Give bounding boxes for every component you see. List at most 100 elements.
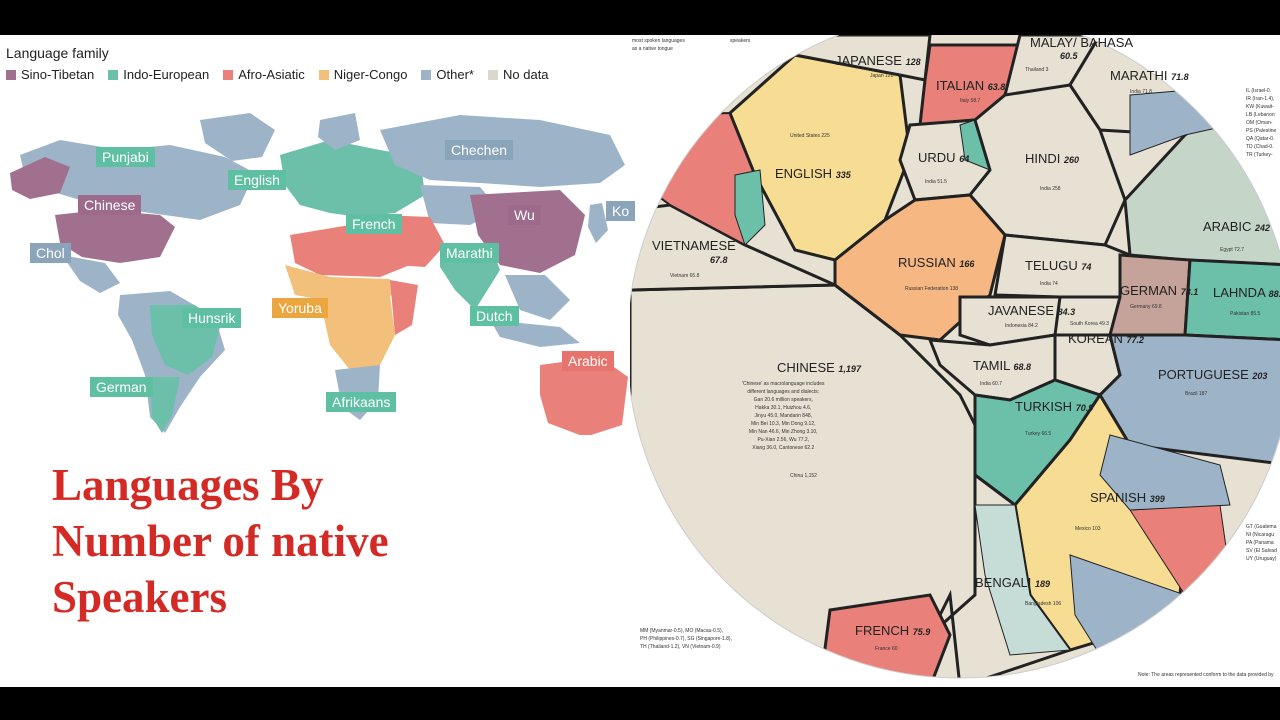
sub-bengali: Bangladesh 106	[1025, 601, 1061, 607]
map-label-wu: Wu	[508, 205, 541, 225]
map-label-marathi: Marathi	[440, 243, 499, 263]
bottom-code: TH (Thailand-1.2), VN (Vietnam-0.9)	[640, 644, 721, 650]
sub-turkish: Turkey 66.5	[1025, 431, 1051, 437]
label-malay: MALAY/ BAHASA	[1030, 35, 1133, 50]
sub-korean: South Korea 49.3	[1070, 321, 1109, 327]
screenshot-content: Language family Sino-Tibetan Indo-Europe…	[0, 35, 1280, 687]
sub-vietnamese: Vietnam 65.8	[670, 273, 700, 279]
chinese-note-line: Min Nan 46.6, Min Zhong 3.10,	[748, 429, 818, 435]
right-code: TR (Turkey-	[1246, 152, 1273, 158]
legend: Sino-Tibetan Indo-European Afro-Asiatic …	[6, 67, 549, 82]
right-code: PS (Palestine	[1246, 128, 1277, 134]
legend-swatch	[6, 69, 16, 80]
sub-chinese: China 1,152	[790, 473, 817, 479]
legend-label: Niger-Congo	[333, 67, 408, 82]
legend-item-afro-asiatic: Afro-Asiatic	[223, 67, 305, 82]
legend-swatch	[488, 69, 498, 80]
sub-english: United States 225	[790, 133, 830, 139]
map-label-chinese: Chinese	[78, 195, 142, 215]
sub-javanese: Indonesia 84.2	[1005, 323, 1038, 329]
voronoi-svg: JAPANESE 128 Japan 128 ITALIAN 63.8 Ital…	[630, 35, 1280, 679]
label-vietnamese: VIETNAMESE	[652, 238, 736, 253]
sub-malay: Thailand 3	[1025, 67, 1049, 73]
map-label-punjabi: Punjabi	[96, 147, 155, 167]
sub-hindi: India 258	[1040, 186, 1061, 192]
bottom-code: PH (Philippines-0.7), SG (Singapore-1.8)…	[640, 636, 732, 642]
map-label-arabic: Arabic	[562, 351, 614, 371]
cell-french	[818, 593, 952, 678]
right-code: OM (Oman-	[1246, 120, 1273, 126]
sub-marathi: India 71.8	[1130, 89, 1152, 95]
right-code: TD (Chad-0.	[1246, 144, 1274, 150]
right-code: KW (Kuwait-	[1246, 104, 1274, 110]
legend-swatch	[318, 69, 329, 80]
legend-label: Other*	[436, 67, 474, 82]
legend-label: No data	[503, 67, 549, 82]
bottom-code: MM (Myanmar-0.5), MO (Macau-0.5),	[640, 628, 724, 634]
bottom-codes: MM (Myanmar-0.5), MO (Macau-0.5), PH (Ph…	[640, 627, 732, 651]
label-portuguese: PORTUGUESE 203	[1158, 367, 1267, 382]
legend-item-indo-european: Indo-European	[108, 67, 209, 82]
right-code: IL (Israel-0.	[1246, 88, 1272, 94]
top-tag: speakers	[730, 38, 751, 44]
chinese-note: 'Chinese' as macrolanguage includes diff…	[742, 380, 825, 452]
legend-label: Indo-European	[123, 67, 210, 82]
map-label-afrikaans: Afrikaans	[326, 392, 397, 412]
headline-line-1: Languages By	[52, 460, 324, 510]
chinese-note-line: Min Bei 10.3, Min Dong 9.12,	[751, 421, 816, 427]
map-label-dutch: Dutch	[470, 306, 519, 326]
cell-lahnda	[1183, 258, 1280, 342]
chinese-note-line: different languages and dialects:	[747, 389, 820, 395]
sub-japanese: Japan 128	[870, 73, 894, 79]
sub-portuguese: Brazil 187	[1185, 391, 1207, 397]
map-label-french: French	[346, 214, 402, 234]
legend-label: Afro-Asiatic	[238, 67, 305, 82]
language-circle-chart: JAPANESE 128 Japan 128 ITALIAN 63.8 Ital…	[630, 35, 1280, 687]
right-code: PA (Panama	[1246, 540, 1274, 546]
chinese-note-line: Hakka 30.1, Huizhou 4.6,	[755, 405, 812, 411]
sub-russian: Russian Federation 138	[905, 286, 958, 292]
right-code: NI (Nicaragu	[1246, 532, 1275, 538]
chinese-note-line: 'Chinese' as macrolanguage includes	[742, 381, 825, 387]
label-marathi: MARATHI 71.8	[1110, 68, 1189, 83]
right-code: UY (Uruguay)	[1246, 556, 1277, 562]
right-code: LB (Lebanon	[1246, 112, 1275, 118]
top-note-line: as a native tongue	[632, 46, 673, 52]
map-label-german: German	[90, 377, 153, 397]
headline-line-3: Speakers	[52, 572, 228, 622]
sub-french: France 60	[875, 646, 898, 652]
sub-lahnda: Pakistan 85.5	[1230, 311, 1261, 317]
legend-item-other: Other*	[421, 67, 474, 82]
legend-swatch	[421, 69, 432, 80]
chinese-note-line: Jinyu 45.0, Mandarin 848,	[754, 413, 813, 419]
legend-label: Sino-Tibetan	[21, 67, 95, 82]
sub-german: Germany 69.8	[1130, 304, 1162, 310]
map-label-chechen: Chechen	[445, 140, 514, 160]
sub-telugu: India 74	[1040, 281, 1058, 287]
right-codes: IL (Israel-0. IR (Iran-1.4), KW (Kuwait-…	[1246, 87, 1276, 159]
chinese-note-line: Gan 20.6 million speakers,	[753, 397, 813, 403]
legend-swatch	[223, 69, 234, 80]
right-code: GT (Guatema	[1246, 524, 1277, 530]
chinese-note-line: Xiang 36.0, Cantonese 62.2	[752, 445, 815, 451]
footer-note: Note: The areas represented conform to t…	[1138, 672, 1274, 678]
legend-item-sino-tibetan: Sino-Tibetan	[6, 67, 94, 82]
right-code: IR (Iran-1.4),	[1246, 96, 1275, 102]
right-code: QA (Qatar-0.	[1246, 136, 1275, 142]
right-codes-bottom: GT (Guatema NI (Nicaragu PA (Panama SV (…	[1246, 523, 1277, 563]
sub-spanish: Mexico 103	[1075, 526, 1101, 532]
right-code: SV (El Salvad	[1246, 548, 1277, 554]
sub-tamil: India 60.7	[980, 381, 1002, 387]
map-label-english: English	[228, 170, 286, 190]
legend-swatch	[108, 69, 119, 80]
legend-title: Language family	[6, 45, 109, 61]
map-label-hunsrik: Hunsrik	[182, 308, 242, 328]
value-vietnamese: 67.8	[710, 255, 728, 265]
map-label-chol: Chol	[30, 243, 71, 263]
top-note-line: most spoken languages	[632, 38, 685, 44]
top-note: most spoken languages as a native tongue	[632, 37, 685, 53]
map-region-usa	[55, 210, 175, 263]
sub-italian: Italy 58.7	[960, 98, 981, 104]
sub-arabic: Egypt 72.7	[1220, 247, 1244, 253]
map-region-east-africa	[390, 280, 418, 335]
